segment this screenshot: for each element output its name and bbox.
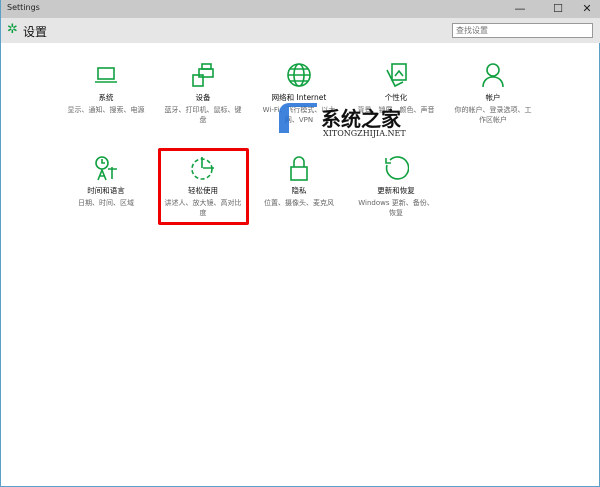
page-title: 设置 — [23, 25, 48, 39]
tile-title: 个性化 — [384, 93, 408, 102]
tile-desc: 背景、锁屏、颜色、声音 — [357, 106, 435, 114]
globe-icon — [287, 63, 311, 87]
tile-title: 系统 — [98, 93, 114, 102]
tile-privacy[interactable]: 隐私 位置、摄像头、麦克风 — [253, 155, 345, 208]
minimize-button[interactable]: — — [506, 0, 534, 18]
tile-update-recovery[interactable]: 更新和恢复 Windows 更新、备份、恢复 — [350, 155, 442, 218]
highlight-box — [158, 148, 249, 225]
tile-desc: Wi-Fi、飞行模式、以太网、VPN — [262, 106, 336, 124]
tile-title: 时间和语言 — [87, 186, 125, 195]
tile-desc: 蓝牙、打印机、鼠标、键盘 — [164, 106, 242, 124]
time-language-icon — [95, 156, 117, 181]
close-button[interactable]: ✕ — [573, 0, 600, 18]
tile-title: 更新和恢复 — [377, 186, 415, 195]
tile-desc: 显示、通知、搜索、电源 — [67, 106, 145, 114]
tile-title: 隐私 — [291, 186, 307, 195]
refresh-icon — [385, 156, 409, 180]
gear-icon: ✲ — [7, 22, 18, 37]
tile-devices[interactable]: 设备 蓝牙、打印机、鼠标、键盘 — [157, 62, 249, 125]
devices-icon — [192, 63, 214, 87]
window-title: Settings — [7, 3, 40, 12]
tile-title: 帐户 — [485, 93, 501, 102]
tile-title: 设备 — [195, 93, 211, 102]
search-input[interactable] — [452, 23, 593, 38]
tile-personalization[interactable]: 个性化 背景、锁屏、颜色、声音 — [350, 62, 442, 115]
title-bar: Settings — ☐ ✕ — [1, 0, 600, 18]
laptop-icon — [95, 67, 117, 83]
tile-desc: 你的帐户、登录选项、工作区帐户 — [454, 106, 532, 124]
person-icon — [482, 63, 504, 88]
watermark-url: XITONGZHIJIA.NET — [323, 129, 406, 138]
tile-desc: 日期、时间、区域 — [78, 199, 134, 207]
tile-system[interactable]: 系统 显示、通知、搜索、电源 — [60, 62, 152, 115]
tile-title: 网络和 Internet — [271, 93, 327, 102]
lock-icon — [290, 156, 308, 181]
tile-accounts[interactable]: 帐户 你的帐户、登录选项、工作区帐户 — [447, 62, 539, 125]
tile-time-language[interactable]: 时间和语言 日期、时间、区域 — [60, 155, 152, 208]
settings-header: ✲ 设置 — [1, 18, 600, 43]
personalization-icon — [386, 63, 407, 88]
tile-desc: 位置、摄像头、麦克风 — [264, 199, 334, 207]
tile-network[interactable]: 网络和 Internet Wi-Fi、飞行模式、以太网、VPN — [253, 62, 345, 125]
maximize-button[interactable]: ☐ — [544, 0, 572, 18]
tile-desc: Windows 更新、备份、恢复 — [358, 199, 434, 217]
